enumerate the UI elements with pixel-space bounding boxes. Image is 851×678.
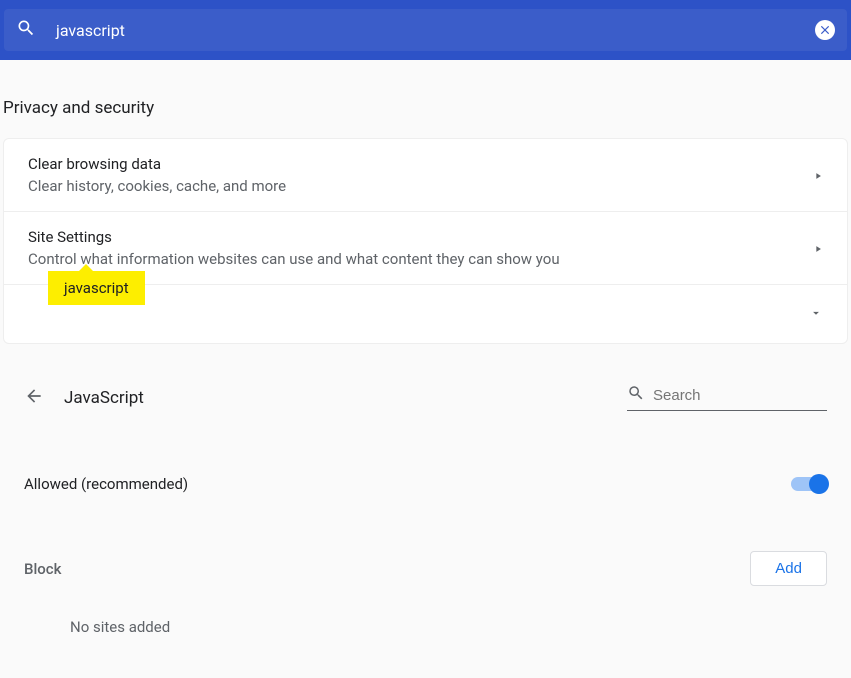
row-title: Site Settings (28, 228, 813, 246)
add-button[interactable]: Add (750, 551, 827, 586)
settings-card: Clear browsing data Clear history, cooki… (3, 138, 848, 344)
detail-title: JavaScript (64, 388, 607, 408)
allowed-label: Allowed (recommended) (24, 475, 791, 493)
row-subtitle: Clear history, cookies, cache, and more (28, 177, 813, 195)
clear-browsing-data-row[interactable]: Clear browsing data Clear history, cooki… (4, 139, 847, 212)
chevron-right-icon (813, 166, 823, 185)
row-subtitle: Control what information websites can us… (28, 250, 813, 268)
toolbar-outer: javascript (0, 0, 851, 60)
back-arrow-icon[interactable] (24, 386, 44, 410)
block-label: Block (24, 560, 750, 578)
block-row: Block Add (0, 551, 851, 586)
chevron-down-icon (809, 305, 823, 324)
search-query[interactable]: javascript (56, 21, 815, 40)
search-bar[interactable]: javascript (4, 9, 847, 51)
section-title: Privacy and security (0, 60, 851, 138)
allowed-toggle[interactable] (791, 477, 827, 491)
allowed-row: Allowed (recommended) (0, 475, 851, 493)
row-title: Clear browsing data (28, 155, 813, 173)
chevron-right-icon (813, 239, 823, 258)
search-icon (16, 18, 36, 42)
search-highlight-tooltip: javascript (48, 271, 145, 305)
detail-search-input[interactable] (653, 387, 793, 404)
search-icon (627, 384, 645, 406)
clear-search-button[interactable] (815, 20, 835, 40)
no-sites-label: No sites added (0, 586, 851, 636)
detail-header: JavaScript (0, 384, 851, 411)
more-row[interactable]: javascript (4, 285, 847, 343)
detail-search[interactable] (627, 384, 827, 411)
